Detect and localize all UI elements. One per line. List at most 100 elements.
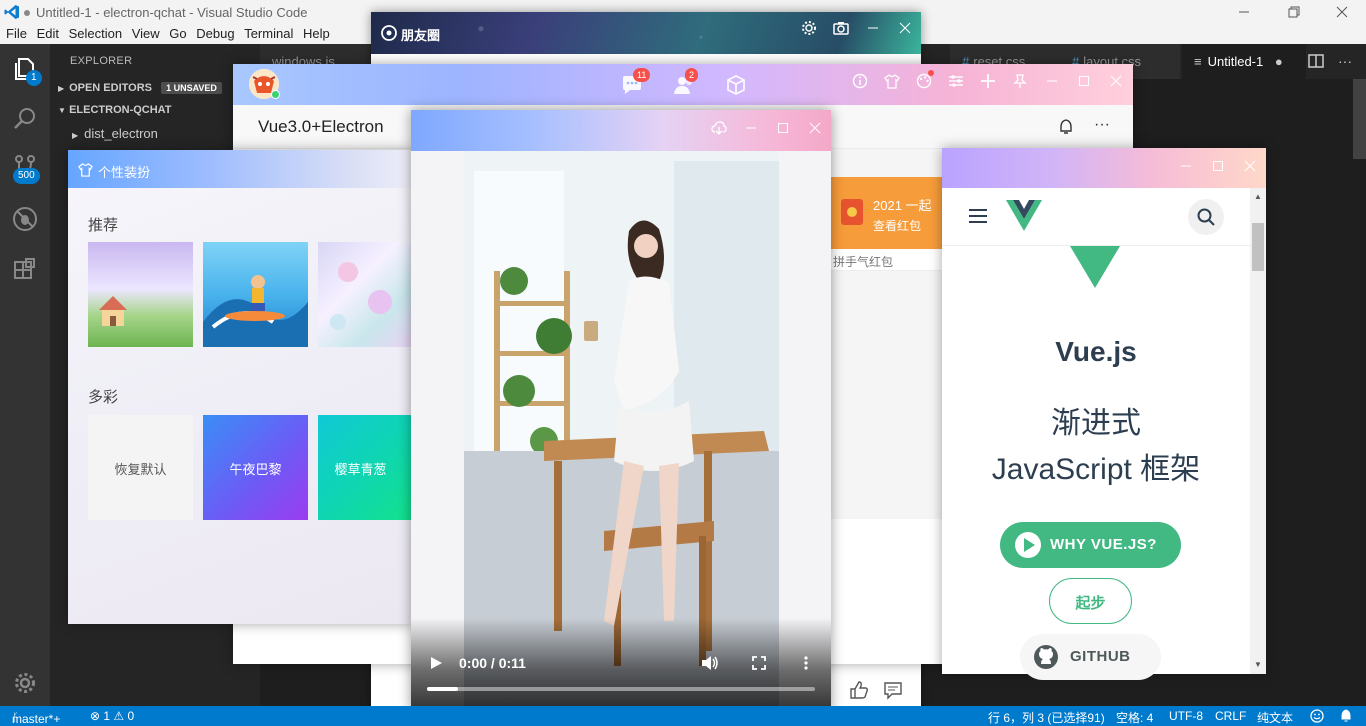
github-button[interactable]: GITHUB (1020, 634, 1161, 680)
theme-thumb-meadow[interactable] (88, 242, 193, 347)
cursor-position-item[interactable]: 行 6，列 3 (已选择91) (988, 709, 1105, 726)
video-close-button[interactable] (807, 120, 823, 136)
moments-close-button[interactable] (897, 20, 913, 36)
moments-minimize-button[interactable] (865, 20, 881, 36)
chat-maximize-button[interactable] (1076, 73, 1092, 89)
activity-debug[interactable] (0, 194, 50, 242)
activity-settings[interactable] (0, 658, 50, 706)
add-button[interactable] (980, 73, 996, 89)
nav-apps-button[interactable] (725, 74, 747, 96)
encoding-item[interactable]: UTF-8 (1169, 709, 1203, 723)
vue-brand-title: Vue.js (1055, 336, 1137, 367)
sliders-button[interactable] (948, 73, 964, 89)
theme-color-primrose[interactable]: 樱草青葱 (318, 415, 413, 520)
indent-item[interactable]: 空格: 4 (1116, 709, 1153, 726)
activity-extensions[interactable] (0, 244, 50, 292)
house-illustration (99, 296, 127, 326)
chat-minimize-button[interactable] (1044, 73, 1060, 89)
theme-color-default[interactable]: 恢复默认 (88, 415, 193, 520)
problems-item[interactable]: ⊗ 1 ⚠ 0 (90, 709, 134, 723)
theme-thumb-surfer[interactable] (203, 242, 308, 347)
gear-icon (802, 21, 816, 35)
activity-search[interactable] (0, 94, 50, 142)
hamburger-menu-button[interactable] (968, 208, 988, 224)
menu-view[interactable]: View (126, 24, 160, 41)
pin-button[interactable] (1012, 73, 1028, 89)
minimize-button[interactable] (1234, 3, 1254, 21)
vue-maximize-button[interactable] (1210, 158, 1226, 174)
menu-debug[interactable]: Debug (190, 24, 234, 41)
activity-scm[interactable]: 500 (0, 142, 50, 190)
skin-button[interactable] (884, 73, 900, 89)
more-actions-button[interactable]: ··· (1338, 53, 1352, 69)
theme-color-midnight-paris[interactable]: 午夜巴黎 (203, 415, 308, 520)
extensions-icon (14, 258, 35, 279)
menu-terminal[interactable]: Terminal (238, 24, 293, 41)
theme-color-label: 恢复默认 (114, 462, 167, 477)
debug-icon (13, 207, 37, 231)
project-section[interactable]: ▼ ELECTRON-QCHAT (58, 104, 172, 116)
hamburger-icon (969, 209, 987, 223)
menu-go[interactable]: Go (163, 24, 186, 41)
eol-item[interactable]: CRLF (1215, 709, 1246, 723)
editor-scrollbar[interactable] (1353, 79, 1366, 159)
search-button[interactable] (1188, 199, 1224, 235)
video-time: 0:00 / 0:11 (459, 655, 526, 671)
scroll-up-icon[interactable]: ▲ (1254, 192, 1262, 201)
video-menu-button[interactable] (803, 655, 809, 671)
close-icon (1244, 160, 1256, 172)
more-button[interactable]: ··· (1094, 116, 1110, 134)
vue-minimize-button[interactable] (1178, 158, 1194, 174)
vue-scrollbar-thumb[interactable] (1252, 223, 1264, 271)
explorer-badge: 1 (26, 70, 42, 86)
nav-contacts-button[interactable]: 2 (673, 68, 699, 96)
feedback-item[interactable] (1310, 709, 1324, 723)
like-button[interactable] (849, 680, 869, 700)
vue-close-button[interactable] (1242, 158, 1258, 174)
info-button[interactable] (852, 73, 868, 89)
open-editors-section[interactable]: ▶ OPEN EDITORS 1 UNSAVED (58, 82, 222, 94)
restore-button[interactable] (1284, 3, 1304, 21)
tree-item-dist-electron[interactable]: ▶ dist_electron (72, 126, 158, 141)
theme-thumb-blossom[interactable] (318, 242, 413, 347)
red-packet-message[interactable]: 2021 一起 查看红包 拼手气红包 (831, 177, 951, 271)
video-maximize-button[interactable] (775, 120, 791, 136)
menu-help[interactable]: Help (297, 24, 330, 41)
bell-button[interactable] (1057, 118, 1075, 136)
menu-selection[interactable]: Selection (63, 24, 122, 41)
play-button[interactable] (429, 656, 443, 670)
bell-icon (1060, 119, 1072, 134)
tab-untitled-1[interactable]: ≡ Untitled-1 ● (1182, 44, 1306, 79)
comment-button[interactable] (883, 680, 903, 700)
chat-close-button[interactable] (1108, 73, 1124, 89)
video-minimize-button[interactable] (743, 120, 759, 136)
minimize-icon (1181, 165, 1191, 167)
moments-settings-button[interactable] (801, 20, 817, 36)
video-progress-fill (427, 687, 459, 691)
palette-button[interactable] (916, 70, 934, 89)
explorer-header: EXPLORER (70, 55, 133, 67)
chevron-right-icon: ▶ (72, 131, 79, 140)
get-started-button[interactable]: 起步 (1049, 578, 1132, 624)
volume-button[interactable] (701, 655, 719, 671)
fullscreen-button[interactable] (751, 655, 767, 671)
pin-icon (1013, 74, 1027, 88)
vue-logo-small[interactable] (1006, 200, 1042, 231)
menubar-filler (920, 24, 1366, 44)
moments-camera-button[interactable] (833, 20, 849, 36)
menu-file[interactable]: File (0, 24, 27, 41)
activity-explorer[interactable]: 1 (0, 44, 50, 92)
split-editor-button[interactable] (1308, 53, 1324, 69)
language-item[interactable]: 纯文本 (1257, 709, 1293, 726)
notifications-item[interactable] (1339, 709, 1353, 723)
menu-edit[interactable]: Edit (31, 24, 59, 41)
scroll-down-icon[interactable]: ▼ (1254, 660, 1262, 669)
vue-hero-logo-icon (1070, 246, 1120, 288)
video-progress-bar[interactable] (427, 687, 815, 691)
split-editor-icon (1308, 54, 1324, 68)
why-vue-button[interactable]: WHY VUE.JS? (1000, 522, 1181, 568)
nav-messages-button[interactable]: 11 (621, 68, 651, 96)
maximize-icon (778, 123, 788, 133)
close-window-button[interactable] (1332, 3, 1352, 21)
download-button[interactable] (711, 120, 727, 136)
